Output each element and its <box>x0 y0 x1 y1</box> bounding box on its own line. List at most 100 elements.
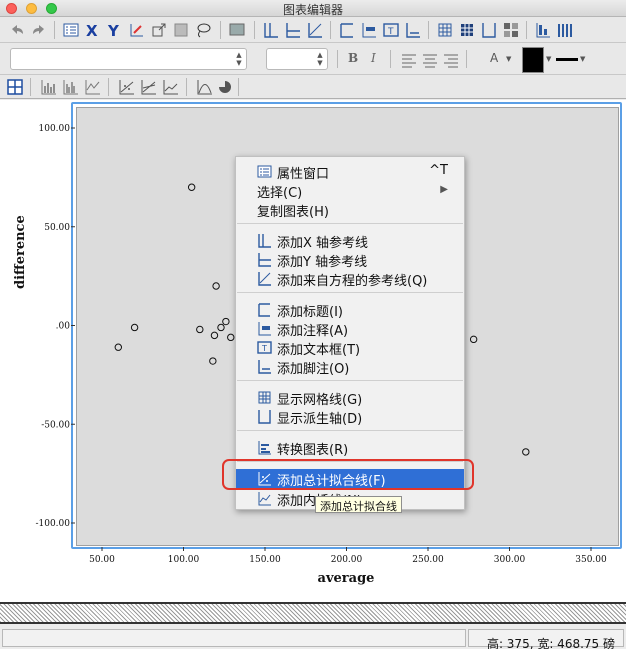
x-tick-label: 250.00 <box>412 555 444 565</box>
subgroup-fit-icon[interactable] <box>140 78 158 96</box>
menu-item-add-annotation[interactable]: 添加注释(A) <box>236 319 464 339</box>
chart-structure-icon[interactable] <box>6 78 24 96</box>
equation-line-toolbar-icon[interactable] <box>306 21 324 39</box>
gridlines-icon <box>257 390 272 405</box>
menu-item-add-equation-line[interactable]: 添加来自方程的参考线(Q) <box>236 269 464 289</box>
menu-item-label: 添加脚注(O) <box>277 362 350 377</box>
menu-item-label: 添加Y 轴参考线 <box>277 255 368 270</box>
bold-button[interactable]: B <box>348 51 358 65</box>
y-tick-label: .00 <box>56 322 71 332</box>
grid-toolbar-icon[interactable] <box>458 21 476 39</box>
y-tick-label: 100.00 <box>39 124 71 134</box>
x-axis-title[interactable]: average <box>296 571 396 586</box>
scatter-point[interactable] <box>469 335 478 344</box>
derived-axis-toolbar-icon[interactable] <box>480 21 498 39</box>
scatter-point[interactable] <box>217 323 225 332</box>
align-center-icon[interactable] <box>421 51 439 69</box>
status-cell-left <box>2 629 466 647</box>
menu-item-label: 添加X 轴参考线 <box>277 236 369 251</box>
lasso-icon[interactable] <box>194 21 212 39</box>
properties-icon <box>257 164 272 179</box>
textbox-toolbar-icon[interactable]: T <box>382 21 400 39</box>
scatter-point[interactable] <box>196 325 204 334</box>
align-left-icon[interactable] <box>400 51 418 69</box>
svg-text:T: T <box>387 27 394 37</box>
footnote-toolbar-icon[interactable] <box>404 21 422 39</box>
clustered-bar-icon[interactable] <box>62 78 80 96</box>
interpolation-toolbar-icon[interactable] <box>162 78 180 96</box>
annotation-icon <box>257 321 272 336</box>
window-title: 图表编辑器 <box>282 3 343 17</box>
scatter-point[interactable] <box>114 343 123 351</box>
annotation-toolbar-icon[interactable] <box>360 21 378 39</box>
layout-toolbar-icon[interactable] <box>502 21 520 39</box>
y-refline-toolbar-icon[interactable] <box>284 21 302 39</box>
title-toolbar-icon[interactable] <box>338 21 356 39</box>
bar-chart-icon[interactable] <box>40 78 58 96</box>
scatter-point[interactable] <box>130 323 139 332</box>
properties-icon[interactable] <box>62 21 80 39</box>
select-x-axis-icon[interactable]: X <box>84 21 102 40</box>
menu-item-add-y-refline[interactable]: 添加Y 轴参考线 <box>236 250 464 270</box>
svg-text:Y: Y <box>107 22 120 39</box>
undo-icon[interactable] <box>8 21 26 39</box>
menu-item-add-footnote[interactable]: 添加脚注(O) <box>236 357 464 377</box>
y-refline-icon <box>257 252 272 267</box>
rescale-icon[interactable] <box>128 21 146 39</box>
menu-item-add-title[interactable]: 添加标题(I) <box>236 300 464 320</box>
status-cell-size: 高: 375, 宽: 468.75 磅 <box>468 629 624 649</box>
italic-button[interactable]: I <box>371 51 376 65</box>
align-right-icon[interactable] <box>442 51 460 69</box>
scatter-point[interactable] <box>187 183 196 191</box>
menu-item-label: 添加标题(I) <box>277 305 343 320</box>
menu-item-add-x-refline[interactable]: 添加X 轴参考线 <box>236 231 464 251</box>
menu-item-shortcut: ^T <box>429 163 448 178</box>
menu-item-show-gridlines[interactable]: 显示网格线(G) <box>236 388 464 408</box>
scatter-point[interactable] <box>210 331 219 340</box>
fit-line-toolbar-icon[interactable] <box>118 78 136 96</box>
text-color-button[interactable]: A <box>490 51 498 65</box>
distribution-curve-icon[interactable] <box>196 78 214 96</box>
menu-item-transform-chart[interactable]: 转换图表(R) <box>236 438 464 458</box>
menu-item-show-derived-axis[interactable]: 显示派生轴(D) <box>236 407 464 427</box>
size-readout: 高: 375, 宽: 468.75 磅 <box>486 637 615 649</box>
menu-item-properties[interactable]: 属性窗口 ^T <box>236 162 464 182</box>
redo-icon[interactable] <box>30 21 48 39</box>
scatter-point[interactable] <box>227 333 235 342</box>
display-icon[interactable] <box>228 21 246 39</box>
y-axis-title[interactable]: difference <box>13 215 33 289</box>
fill-color-button[interactable] <box>522 47 544 73</box>
pie-explode-icon[interactable] <box>216 78 234 96</box>
menu-item-select[interactable]: 选择(C) ▶ <box>236 181 464 201</box>
menu-tooltip: 添加总计拟合线 <box>315 496 402 513</box>
title-bar: 图表编辑器 <box>0 0 626 17</box>
font-size-select[interactable]: ▲ ▼ <box>266 48 328 70</box>
interpolation-line-icon <box>257 491 272 506</box>
submenu-arrow-icon: ▶ <box>440 184 448 195</box>
box-icon[interactable] <box>172 21 190 39</box>
title-icon <box>257 302 272 317</box>
status-bar: 高: 375, 宽: 468.75 磅 <box>0 626 626 649</box>
gridlines-toolbar-icon[interactable] <box>436 21 454 39</box>
chevron-down-icon: ▼ <box>506 55 512 63</box>
y-tick-label: 50.00 <box>44 223 70 233</box>
scatter-point[interactable] <box>209 357 217 365</box>
menu-item-add-textbox[interactable]: T 添加文本框(T) <box>236 338 464 358</box>
scatter-point[interactable] <box>212 282 220 290</box>
transform-chart-toolbar-icon[interactable] <box>534 21 552 39</box>
line-style-button[interactable] <box>556 58 578 61</box>
scatter-point[interactable] <box>222 317 230 326</box>
textbox-icon: T <box>257 340 272 355</box>
x-tick-label: 100.00 <box>168 555 200 565</box>
menu-item-copy-chart[interactable]: 复制图表(H) <box>236 200 464 220</box>
menu-item-label: 显示网格线(G) <box>277 393 363 408</box>
chevron-updown-icon: ▲ ▼ <box>317 51 323 67</box>
select-y-axis-icon[interactable]: Y <box>106 21 124 40</box>
line-chart-icon[interactable] <box>84 78 102 96</box>
bar-chart-toolbar-icon[interactable] <box>556 21 574 39</box>
expand-icon[interactable] <box>150 21 168 39</box>
x-refline-toolbar-icon[interactable] <box>262 21 280 39</box>
scatter-point[interactable] <box>522 448 530 456</box>
footnote-icon <box>257 359 272 374</box>
font-family-select[interactable]: ▲ ▼ <box>10 48 247 70</box>
